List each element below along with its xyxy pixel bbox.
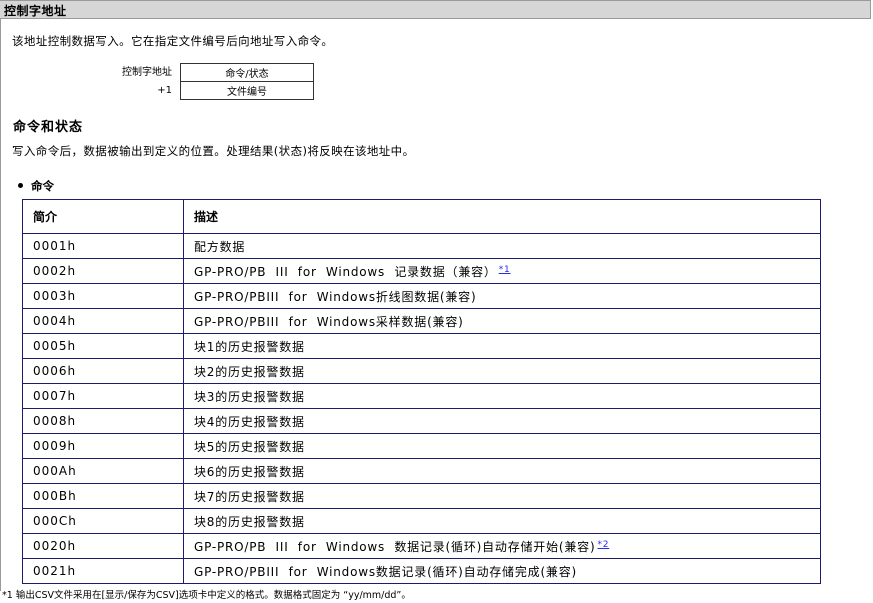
table-row: 0021h GP-PRO/PBIII for Windows数据记录(循环)自动存… (22, 558, 821, 584)
command-description-text: 块3的历史报警数据 (194, 389, 305, 404)
command-code: 0009h (22, 433, 184, 459)
command-code: 0020h (22, 533, 184, 559)
command-description: 块7的历史报警数据 (183, 483, 821, 509)
command-description-text: 块8的历史报警数据 (194, 514, 305, 529)
command-code: 0002h (22, 258, 184, 284)
title-bar: 控制字地址 (0, 0, 871, 19)
command-description-text: 块5的历史报警数据 (194, 439, 305, 454)
page-title: 控制字地址 (4, 4, 67, 18)
table-row: 0003h GP-PRO/PBIII for Windows折线图数据(兼容) (22, 283, 821, 309)
command-code: 0001h (22, 233, 184, 259)
command-description: 块1的历史报警数据 (183, 333, 821, 359)
command-code: 0005h (22, 333, 184, 359)
section-description: 写入命令后，数据被输出到定义的位置。处理结果(状态)将反映在该地址中。 (12, 144, 415, 158)
address-layout-table: 命令/状态 文件编号 (180, 63, 314, 100)
command-code: 0007h (22, 383, 184, 409)
command-description-text: 块7的历史报警数据 (194, 489, 305, 504)
command-description-text: 配方数据 (194, 239, 246, 254)
command-description: 块3的历史报警数据 (183, 383, 821, 409)
command-code: 0004h (22, 308, 184, 334)
table-row: 000Bh 块7的历史报警数据 (22, 483, 821, 509)
table-header-row: 简介 描述 (22, 199, 821, 234)
footnote-link[interactable]: *1 (499, 265, 511, 275)
table-row: 0007h 块3的历史报警数据 (22, 383, 821, 409)
table-row: 0009h 块5的历史报警数据 (22, 433, 821, 459)
intro-text: 该地址控制数据写入。它在指定文件编号后向地址写入命令。 (12, 34, 334, 48)
command-description: GP-PRO/PBIII for Windows采样数据(兼容) (183, 308, 821, 334)
command-description: 块5的历史报警数据 (183, 433, 821, 459)
command-code: 0006h (22, 358, 184, 384)
left-border (0, 19, 1, 591)
command-description-text: GP-PRO/PB III for Windows 记录数据（兼容） (194, 264, 497, 279)
table-row: 0008h 块4的历史报警数据 (22, 408, 821, 434)
command-description: 块8的历史报警数据 (183, 508, 821, 534)
command-description: 块6的历史报警数据 (183, 458, 821, 484)
table-row: 000Ch 块8的历史报警数据 (22, 508, 821, 534)
command-description: GP-PRO/PB III for Windows 记录数据（兼容） *1 (183, 258, 821, 284)
command-description: GP-PRO/PB III for Windows 数据记录(循环)自动存储开始… (183, 533, 821, 559)
command-description-text: GP-PRO/PBIII for Windows采样数据(兼容) (194, 314, 464, 329)
command-description-text: 块2的历史报警数据 (194, 364, 305, 379)
command-description: 配方数据 (183, 233, 821, 259)
command-description-text: GP-PRO/PBIII for Windows折线图数据(兼容) (194, 289, 477, 304)
command-description-text: 块4的历史报警数据 (194, 414, 305, 429)
bullet-label: 命令 (31, 179, 54, 193)
command-code: 000Ah (22, 458, 184, 484)
command-code: 000Bh (22, 483, 184, 509)
column-header-description: 描述 (183, 199, 821, 234)
command-description-text: 块1的历史报警数据 (194, 339, 305, 354)
bullet-heading: 命令 (18, 178, 54, 194)
command-description-text: GP-PRO/PB III for Windows 数据记录(循环)自动存储开始… (194, 539, 596, 554)
section-title: 命令和状态 (13, 120, 84, 135)
command-description: GP-PRO/PBIII for Windows折线图数据(兼容) (183, 283, 821, 309)
bullet-icon (18, 183, 23, 188)
command-code: 0008h (22, 408, 184, 434)
table-row: 000Ah 块6的历史报警数据 (22, 458, 821, 484)
table-row: 0004h GP-PRO/PBIII for Windows采样数据(兼容) (22, 308, 821, 334)
address-cell-command-status: 命令/状态 (180, 63, 314, 82)
table-row: 0002h GP-PRO/PB III for Windows 记录数据（兼容） *… (22, 258, 821, 284)
table-row: 0005h 块1的历史报警数据 (22, 333, 821, 359)
address-cell-file-number: 文件编号 (180, 81, 314, 100)
command-code: 0021h (22, 558, 184, 584)
address-label-control: 控制字地址 (122, 67, 172, 78)
column-header-summary: 简介 (22, 199, 184, 234)
command-description: 块2的历史报警数据 (183, 358, 821, 384)
address-labels: 控制字地址 +1 (100, 64, 172, 100)
command-table: 简介 描述 0001h 配方数据 0002h GP-PRO/PB III for Wi… (22, 199, 821, 584)
table-row: 0001h 配方数据 (22, 233, 821, 259)
command-description: 块4的历史报警数据 (183, 408, 821, 434)
table-row: 0020h GP-PRO/PB III for Windows 数据记录(循环)自… (22, 533, 821, 559)
address-label-offset: +1 (157, 85, 172, 96)
command-description-text: 块6的历史报警数据 (194, 464, 305, 479)
command-code: 0003h (22, 283, 184, 309)
command-description-text: GP-PRO/PBIII for Windows数据记录(循环)自动存储完成(兼… (194, 564, 578, 579)
footnote-link[interactable]: *2 (597, 540, 609, 550)
table-row: 0006h 块2的历史报警数据 (22, 358, 821, 384)
footnote: *1 输出CSV文件采用在[显示/保存为CSV]选项卡中定义的格式。数据格式固定… (2, 590, 411, 601)
command-description: GP-PRO/PBIII for Windows数据记录(循环)自动存储完成(兼… (183, 558, 821, 584)
command-code: 000Ch (22, 508, 184, 534)
